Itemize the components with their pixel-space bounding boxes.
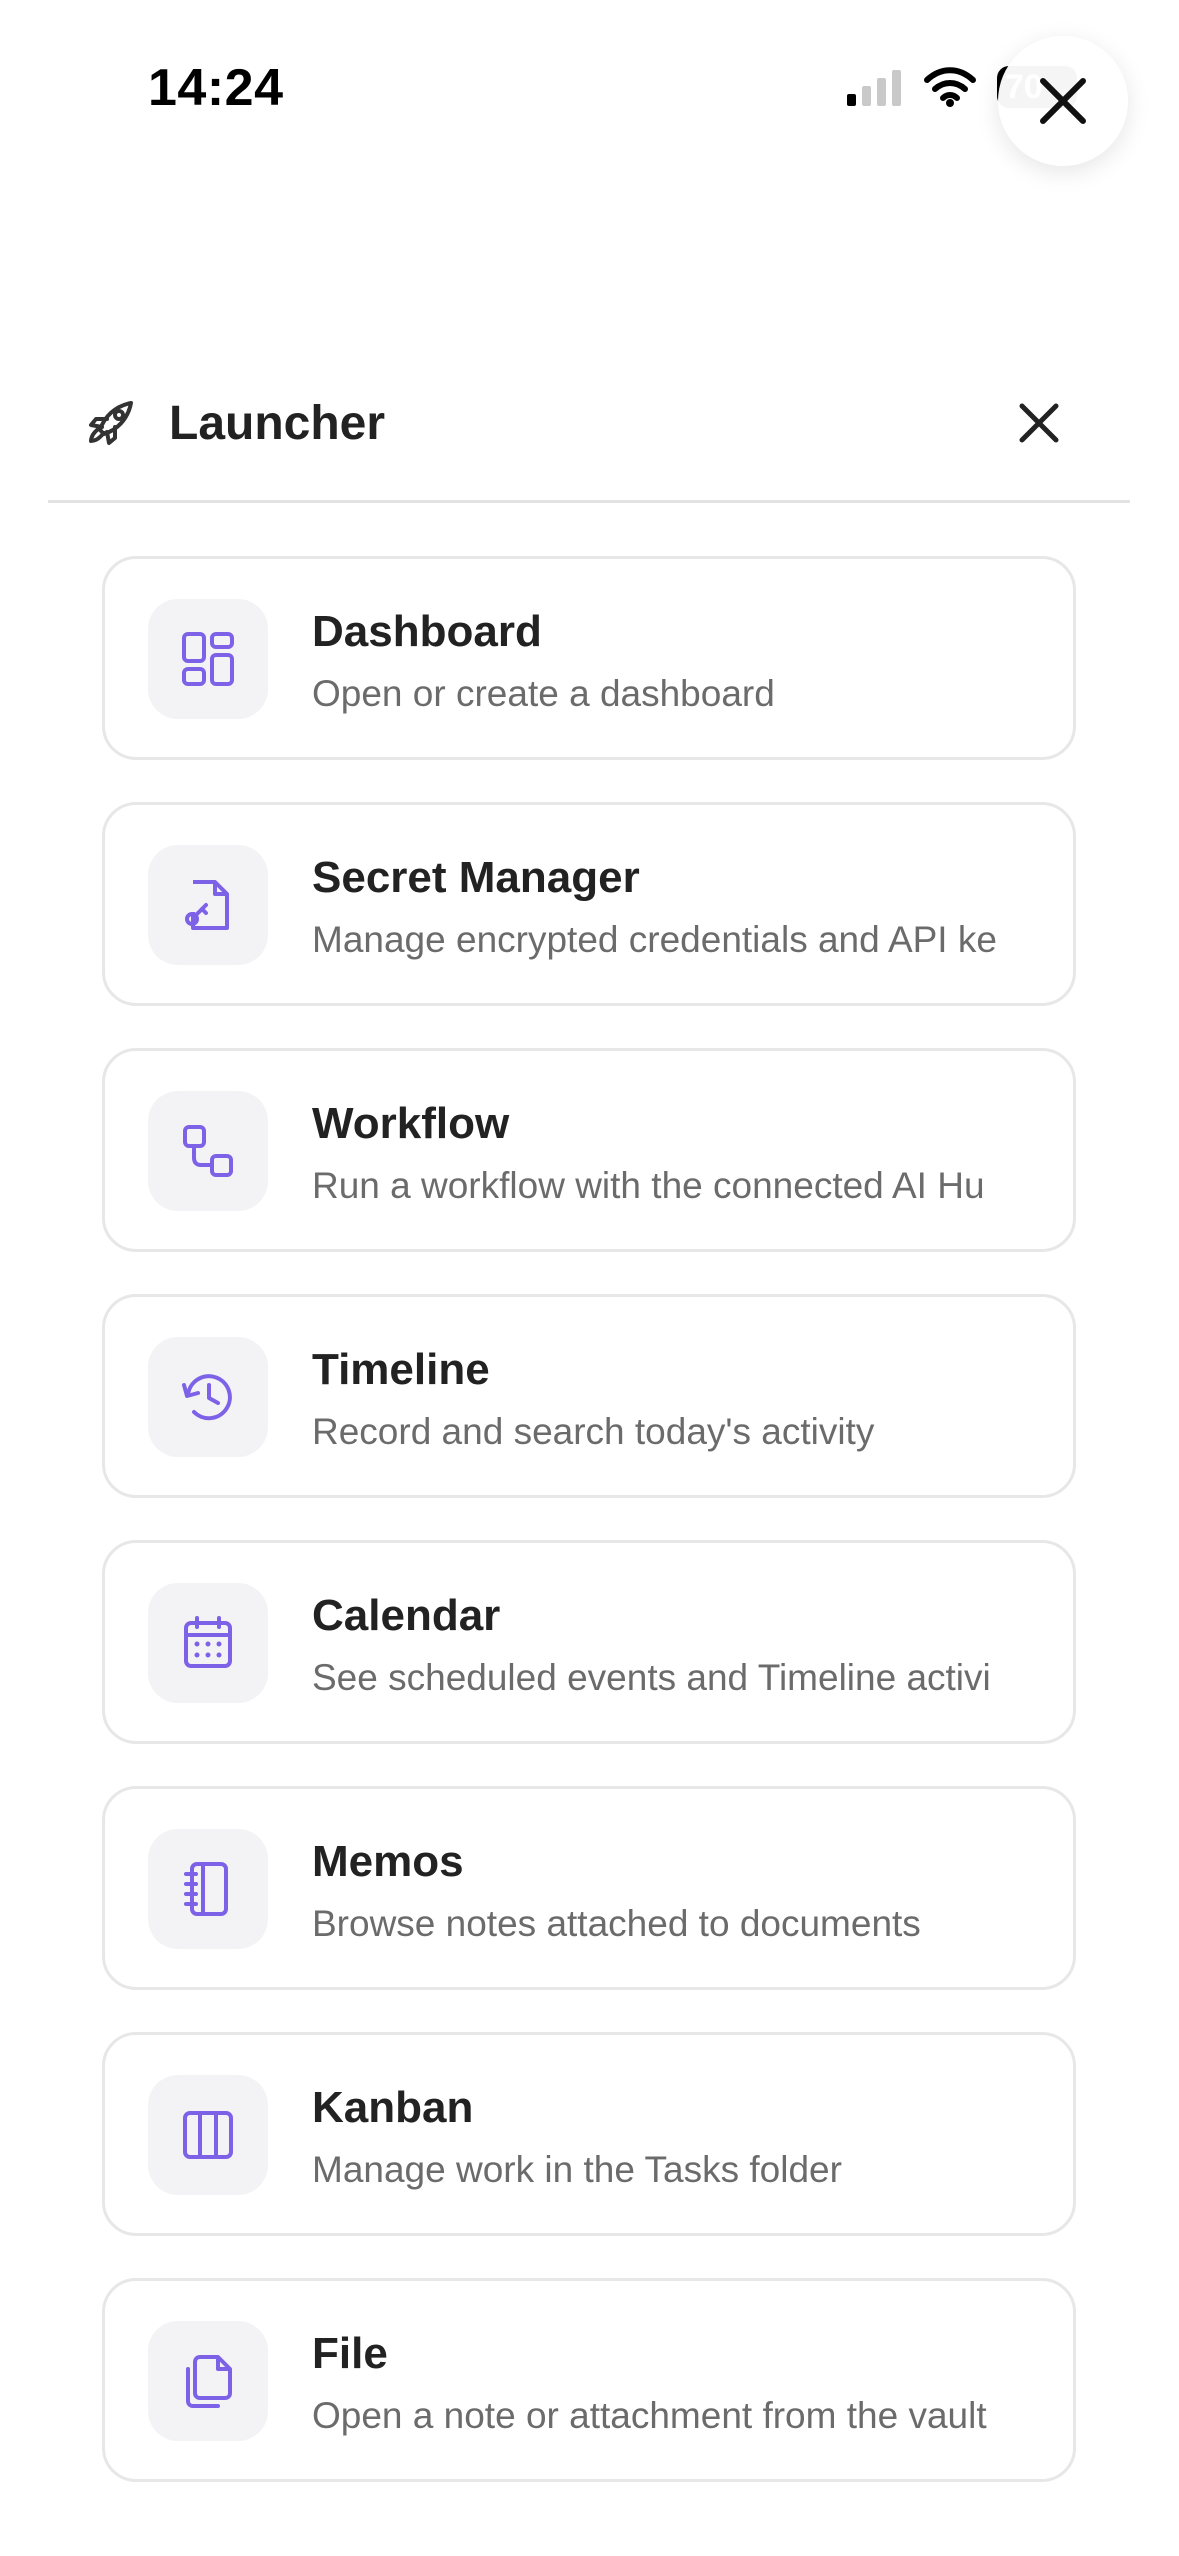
launcher-item-kanban[interactable]: Kanban Manage work in the Tasks folder xyxy=(102,2032,1076,2236)
launcher-item-description: Open or create a dashboard xyxy=(312,673,775,714)
status-time: 14:24 xyxy=(148,59,284,117)
launcher-title: Launcher xyxy=(169,397,386,450)
launcher-item-file[interactable]: File Open a note or attachment from the … xyxy=(102,2278,1076,2482)
launcher-item-memos[interactable]: Memos Browse notes attached to documents xyxy=(102,1786,1076,1990)
launcher-item-title: Kanban xyxy=(312,2083,474,2132)
notebook-icon xyxy=(184,1862,228,1916)
kanban-columns-icon xyxy=(183,2111,233,2159)
launcher-item-description: Manage work in the Tasks folder xyxy=(312,2149,842,2190)
launcher-item-description: Manage encrypted credentials and API ke xyxy=(312,919,997,960)
launcher-item-title: Secret Manager xyxy=(312,853,640,902)
launcher-header: Launcher xyxy=(48,362,1130,503)
files-icon xyxy=(186,2355,232,2408)
launcher-item-timeline[interactable]: Timeline Record and search today's activ… xyxy=(102,1294,1076,1498)
calendar-icon-container xyxy=(148,1583,268,1703)
file-icon-container xyxy=(148,2321,268,2441)
launcher-item-description: Open a note or attachment from the vault xyxy=(312,2395,987,2436)
rocket-icon xyxy=(89,401,133,445)
launcher-item-description: Browse notes attached to documents xyxy=(312,1903,921,1944)
workflow-icon-container xyxy=(148,1091,268,1211)
launcher-item-title: File xyxy=(312,2329,388,2378)
workflow-icon xyxy=(183,1125,233,1177)
launcher-item-title: Memos xyxy=(312,1837,464,1886)
launcher-item-description: Run a workflow with the connected AI Hu xyxy=(312,1165,985,1206)
launcher-item-description: See scheduled events and Timeline activi xyxy=(312,1657,991,1698)
launcher-item-title: Timeline xyxy=(312,1345,490,1394)
launcher-list: Dashboard Open or create a dashboard Sec… xyxy=(102,556,1076,2524)
kanban-icon-container xyxy=(148,2075,268,2195)
history-icon xyxy=(182,1374,232,1421)
secret-manager-icon-container xyxy=(148,845,268,965)
launcher-item-calendar[interactable]: Calendar See scheduled events and Timeli… xyxy=(102,1540,1076,1744)
dashboard-icon-container xyxy=(148,599,268,719)
close-icon xyxy=(1040,78,1086,124)
close-icon[interactable] xyxy=(1014,398,1064,448)
calendar-icon xyxy=(184,1616,232,1668)
launcher-item-secret-manager[interactable]: Secret Manager Manage encrypted credenti… xyxy=(102,802,1076,1006)
memos-icon-container xyxy=(148,1829,268,1949)
launcher-item-description: Record and search today's activity xyxy=(312,1411,875,1452)
launcher-item-title: Workflow xyxy=(312,1099,510,1148)
dashboard-grid-icon xyxy=(182,632,234,686)
secret-file-icon xyxy=(185,880,229,930)
launcher-item-workflow[interactable]: Workflow Run a workflow with the connect… xyxy=(102,1048,1076,1252)
floating-close-button[interactable] xyxy=(998,36,1128,166)
wifi-icon xyxy=(924,67,976,107)
launcher-item-title: Dashboard xyxy=(312,607,542,656)
signal-icon xyxy=(847,70,901,106)
launcher-item-dashboard[interactable]: Dashboard Open or create a dashboard xyxy=(102,556,1076,760)
timeline-icon-container xyxy=(148,1337,268,1457)
launcher-item-title: Calendar xyxy=(312,1591,501,1640)
